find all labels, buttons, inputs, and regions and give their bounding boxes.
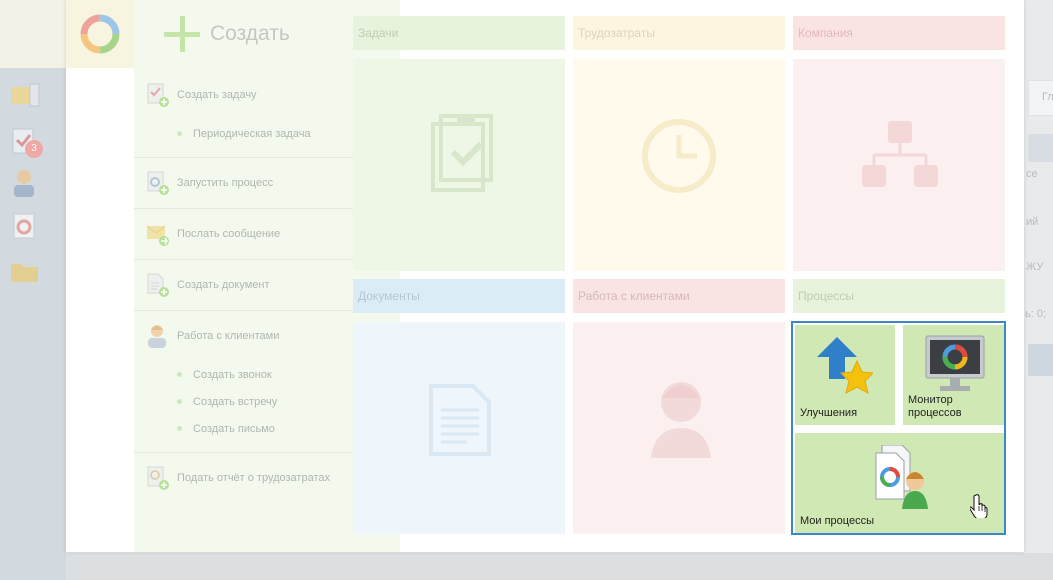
background-right-content: Гл се ий ЖУ ь: 0;	[1024, 0, 1053, 580]
monitor-icon	[925, 335, 985, 391]
process-monitor[interactable]: Монитор процессов	[903, 325, 1004, 425]
process-my-processes-label: Мои процессы	[800, 515, 874, 527]
menu-item-label: Работа с клиентами	[177, 330, 280, 342]
create-header: Создать	[164, 16, 290, 52]
tile-header-processes[interactable]: Процессы	[793, 279, 1005, 313]
tile-header-clients[interactable]: Работа с клиентами	[573, 279, 785, 313]
create-title: Создать	[210, 22, 290, 45]
background-header-strip	[1028, 134, 1053, 162]
folder-icon	[11, 264, 38, 282]
clock-icon	[642, 119, 716, 193]
user-icon	[14, 170, 34, 197]
tile-labor[interactable]	[573, 59, 785, 271]
process-improvements-label: Улучшения	[800, 407, 858, 419]
tile-documents[interactable]	[353, 322, 565, 534]
improvements-icon	[817, 337, 873, 394]
message-send-icon	[146, 225, 169, 246]
process-monitor-label: Монитор процессов	[908, 394, 962, 419]
my-processes-icon	[875, 445, 928, 509]
menu-item-label: Послать сообщение	[177, 228, 281, 240]
tile-header-documents[interactable]: Документы	[353, 279, 565, 313]
create-popup: Создать Создать задачу Периодическая зад…	[66, 0, 1024, 552]
task-add-icon	[147, 83, 169, 107]
background-snippet: се	[1026, 168, 1038, 180]
menu-item-label: Запустить процесс	[177, 177, 274, 189]
tile-header-labor[interactable]: Трудозатраты	[573, 16, 785, 50]
background-snippet: ий	[1026, 216, 1039, 228]
background-snippet: ЖУ	[1026, 261, 1044, 273]
tile-header-company[interactable]: Компания	[793, 16, 1005, 50]
plus-icon	[164, 16, 200, 52]
background-logo-area	[0, 0, 66, 68]
client-person-icon	[651, 382, 711, 458]
background-snippet: Гл	[1042, 91, 1053, 103]
app-logo-icon	[80, 14, 120, 54]
background-snippet: ь: 0;	[1025, 308, 1047, 320]
process-improvements[interactable]: Улучшения	[795, 325, 895, 425]
client-icon	[148, 325, 166, 348]
timesheet-add-icon	[147, 466, 169, 490]
tasks-badge: 3	[25, 140, 43, 158]
process-my-processes[interactable]: Мои процессы	[795, 433, 1004, 533]
background-sidebar: 3	[0, 0, 66, 580]
menu-item-label: Создать документ	[177, 279, 270, 291]
hand-cursor-icon	[970, 494, 988, 518]
background-row-strip	[1028, 344, 1053, 376]
tile-clients[interactable]	[573, 322, 785, 534]
document-add-icon	[147, 273, 169, 297]
mail-icon	[11, 83, 40, 107]
tile-tasks[interactable]	[353, 59, 565, 271]
process-icon	[13, 213, 35, 239]
clipboard-check-icon	[431, 114, 493, 192]
menu-item-label: Создать задачу	[177, 89, 257, 101]
document-icon	[429, 384, 491, 456]
process-add-icon	[147, 171, 169, 195]
menu-item-label: Подать отчёт о трудозатратах	[177, 472, 330, 484]
tile-header-tasks[interactable]: Задачи	[353, 16, 565, 50]
tile-company[interactable]	[793, 59, 1005, 271]
background-footer	[66, 553, 1053, 580]
org-chart-icon	[862, 121, 938, 187]
